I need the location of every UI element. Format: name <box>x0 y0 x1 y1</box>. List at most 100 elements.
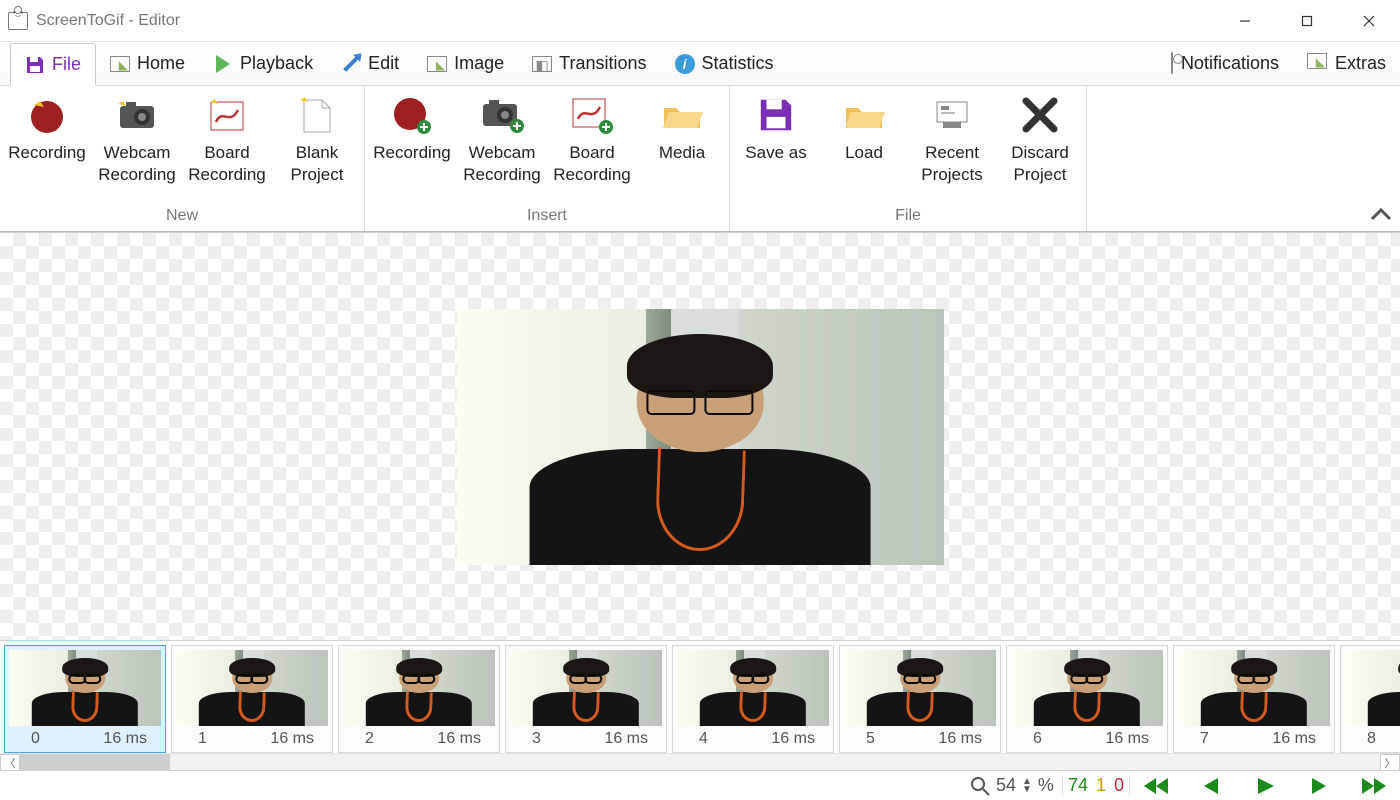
play-icon <box>213 55 233 73</box>
load-button[interactable]: Load <box>820 88 908 168</box>
search-icon <box>970 776 990 796</box>
tab-transitions-label: Transitions <box>559 53 646 74</box>
frame-duration: 16 ms <box>586 730 660 748</box>
tab-home[interactable]: Home <box>96 42 199 85</box>
last-frame-button[interactable] <box>1360 776 1386 796</box>
ribbon-group-new: Recording Webcam Recording BoardRecording… <box>0 86 365 231</box>
label: Discard <box>1011 143 1069 162</box>
next-frame-button[interactable] <box>1306 776 1332 796</box>
frame-image <box>844 650 996 726</box>
new-webcam-button[interactable]: Webcam Recording <box>92 88 182 190</box>
frame-duration: 16 ms <box>1087 730 1161 748</box>
discard-project-button[interactable]: Discard Project <box>996 88 1084 190</box>
frame-image <box>1011 650 1163 726</box>
frame-thumb[interactable]: 316 ms <box>505 645 667 753</box>
save-as-button[interactable]: Save as <box>732 88 820 168</box>
close-button[interactable] <box>1338 0 1400 42</box>
frame-duration: 16 ms <box>920 730 994 748</box>
new-recording-button[interactable]: Recording <box>2 88 92 168</box>
label: Load <box>820 142 908 164</box>
recent-projects-button[interactable]: RecentProjects <box>908 88 996 190</box>
tab-file[interactable]: File <box>10 43 96 86</box>
zoom-value: 54 <box>996 775 1016 796</box>
notifications-label: Notifications <box>1181 53 1279 74</box>
zoom-spinner[interactable]: ▲▼ <box>1022 778 1032 794</box>
frame-thumb[interactable]: 216 ms <box>338 645 500 753</box>
collapse-ribbon-button[interactable] <box>1370 204 1392 227</box>
frame-thumb[interactable]: 116 ms <box>171 645 333 753</box>
frame-thumb[interactable]: 416 ms <box>672 645 834 753</box>
tab-playback[interactable]: Playback <box>199 42 327 85</box>
insert-media-button[interactable]: Media <box>637 88 727 168</box>
frame-image <box>677 650 829 726</box>
prev-frame-button[interactable] <box>1198 776 1224 796</box>
insert-board-button[interactable]: BoardRecording <box>547 88 637 190</box>
extras-button[interactable]: Extras <box>1293 42 1400 85</box>
label: Project <box>291 165 344 184</box>
label: Recording <box>367 142 457 164</box>
frame-thumb[interactable]: 616 ms <box>1006 645 1168 753</box>
label: Recording <box>98 165 176 184</box>
group-file-label: File <box>732 207 1084 231</box>
count-deleted: 0 <box>1113 775 1125 796</box>
save-icon <box>25 56 45 74</box>
playback-nav <box>1138 776 1392 796</box>
menu-tabs: File Home Playback Edit Image Transition… <box>0 42 1400 86</box>
frame-duration: 16 ms <box>419 730 493 748</box>
scroll-track[interactable] <box>20 754 1380 771</box>
ribbon-group-insert: Recording WebcamRecording BoardRecording… <box>365 86 730 231</box>
frame-scrollbar[interactable]: 〈 〉 <box>0 753 1400 771</box>
tab-statistics[interactable]: i Statistics <box>661 42 788 85</box>
frame-thumb[interactable]: 016 ms <box>4 645 166 753</box>
scroll-left-button[interactable]: 〈 <box>0 754 20 771</box>
frame-thumb[interactable]: 816 ms <box>1340 645 1400 753</box>
label: Webcam <box>469 143 536 162</box>
frame-thumb[interactable]: 716 ms <box>1173 645 1335 753</box>
first-frame-button[interactable] <box>1144 776 1170 796</box>
folder-icon <box>820 94 908 136</box>
maximize-button[interactable] <box>1276 0 1338 42</box>
scroll-thumb[interactable] <box>20 754 170 771</box>
group-new-label: New <box>2 207 362 231</box>
tab-home-label: Home <box>137 53 185 74</box>
label: Webcam <box>104 143 171 162</box>
minimize-button[interactable] <box>1214 0 1276 42</box>
tab-edit[interactable]: Edit <box>327 42 413 85</box>
preview-canvas[interactable] <box>0 232 1400 640</box>
new-board-button[interactable]: BoardRecording <box>182 88 272 190</box>
window-title: ScreenToGif - Editor <box>36 12 180 30</box>
frame-index: 0 <box>11 730 85 748</box>
status-bar: 54 ▲▼ % 74 1 0 <box>0 770 1400 800</box>
zoom-control[interactable]: 54 ▲▼ % <box>970 775 1054 796</box>
tab-transitions[interactable]: Transitions <box>518 42 660 85</box>
folder-open-icon <box>637 94 727 136</box>
ribbon: Recording Webcam Recording BoardRecording… <box>0 86 1400 232</box>
tab-file-label: File <box>52 54 81 75</box>
board-icon <box>182 94 272 136</box>
insert-webcam-button[interactable]: WebcamRecording <box>457 88 547 190</box>
label: Media <box>637 142 727 164</box>
notifications-button[interactable]: Notifications <box>1157 42 1293 85</box>
frame-index: 4 <box>679 730 753 748</box>
scroll-right-button[interactable]: 〉 <box>1380 754 1400 771</box>
frame-index: 3 <box>512 730 586 748</box>
discard-icon <box>996 94 1084 136</box>
insert-recording-button[interactable]: Recording <box>367 88 457 168</box>
frame-duration: 16 ms <box>85 730 159 748</box>
switch-icon <box>1171 53 1173 74</box>
frame-thumb[interactable]: 516 ms <box>839 645 1001 753</box>
play-button[interactable] <box>1252 776 1278 796</box>
frame-index: 6 <box>1013 730 1087 748</box>
frame-list[interactable]: 016 ms 116 ms 216 ms 316 ms 416 ms 516 m… <box>0 641 1400 753</box>
new-blank-button[interactable]: Blank Project <box>272 88 362 190</box>
tab-edit-label: Edit <box>368 53 399 74</box>
frame-index: 7 <box>1180 730 1254 748</box>
frame-strip: 016 ms 116 ms 216 ms 316 ms 416 ms 516 m… <box>0 640 1400 770</box>
tab-image[interactable]: Image <box>413 42 518 85</box>
label: Project <box>1014 165 1067 184</box>
label: Blank <box>296 143 339 162</box>
count-selected: 1 <box>1095 775 1107 796</box>
label: Recent <box>925 143 979 162</box>
frame-counts: 74 1 0 <box>1062 775 1130 796</box>
count-total: 74 <box>1067 775 1089 796</box>
